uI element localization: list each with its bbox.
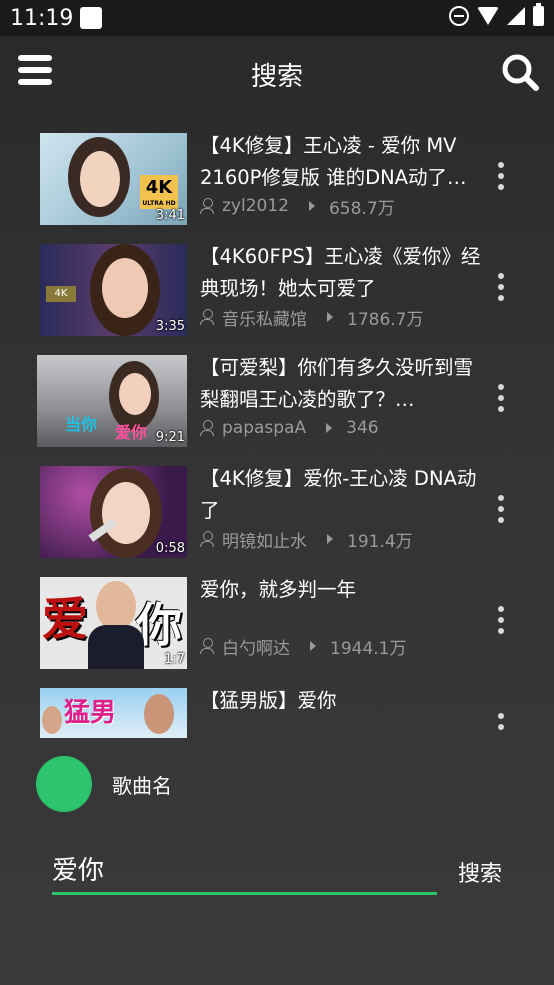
uploader-name: papaspaA xyxy=(222,418,307,438)
list-item[interactable]: 爱 你 1:7 爱你，就多判一年 白勺啊达 1944.1万 xyxy=(0,572,554,682)
search-button[interactable]: 搜索 xyxy=(458,856,502,888)
user-icon xyxy=(200,531,214,547)
results-list: 4K ULTRA HD 3:41 【4K修复】王心凌 - 爱你 MV 2160P修… xyxy=(0,128,554,738)
status-time: 11:19 xyxy=(10,6,74,31)
play-count-icon xyxy=(327,534,333,544)
quality-badge: 4K xyxy=(46,286,76,302)
video-meta: zyl2012 658.7万 xyxy=(200,194,395,219)
video-title: 【4K修复】王心凌 - 爱你 MV 2160P修复版 谁的DNA动了… xyxy=(200,134,467,189)
more-options-icon[interactable] xyxy=(496,713,506,733)
suit xyxy=(88,625,144,669)
more-options-icon[interactable] xyxy=(496,606,506,638)
view-count: 191.4万 xyxy=(347,531,413,552)
main-screen: 搜索 4K ULTRA HD 3:41 【4K修复】王心凌 - 爱你 MV 216… xyxy=(0,36,554,985)
play-count-icon xyxy=(327,312,333,322)
album-art[interactable] xyxy=(36,756,92,812)
video-duration: 9:21 xyxy=(155,430,185,445)
quality-badge: 4K ULTRA HD xyxy=(140,175,178,209)
list-item[interactable]: 4K 3:35 【4K60FPS】王心凌《爱你》经典现场！她太可爱了 音乐私藏馆… xyxy=(0,239,554,349)
list-item[interactable]: 4K ULTRA HD 3:41 【4K修复】王心凌 - 爱你 MV 2160P修… xyxy=(0,128,554,238)
more-options-icon[interactable] xyxy=(496,495,506,527)
video-title: 【4K修复】爱你-王心凌 DNA动了 xyxy=(200,467,477,522)
video-duration: 3:41 xyxy=(155,208,185,223)
mini-player[interactable]: 歌曲名 xyxy=(36,756,516,812)
search-input[interactable] xyxy=(52,844,437,892)
page-title: 搜索 xyxy=(250,62,303,92)
uploader-name: 白勺啊达 xyxy=(222,638,290,659)
play-count-icon xyxy=(326,423,333,433)
uploader-name: zyl2012 xyxy=(222,196,289,216)
video-meta: papaspaA 346 xyxy=(200,416,379,440)
wifi-icon xyxy=(477,7,499,25)
video-meta: 明镜如止水 191.4万 xyxy=(200,527,413,552)
video-thumbnail[interactable]: 4K 3:35 xyxy=(40,244,187,336)
list-item[interactable]: 当你 爱你 9:21 【可爱梨】你们有多久没听到雪梨翻唱王心凌的歌了？… pap… xyxy=(0,350,554,460)
more-options-icon[interactable] xyxy=(496,162,506,194)
user-icon xyxy=(200,198,214,214)
overlay-text: 猛男 xyxy=(64,698,117,728)
play-count-icon xyxy=(310,641,316,651)
search-underline xyxy=(52,892,437,895)
more-options-icon[interactable] xyxy=(496,384,506,416)
overlay-text: 爱你 xyxy=(115,423,148,442)
uploader-name: 明镜如止水 xyxy=(222,531,307,552)
video-meta: 白勺啊达 1944.1万 xyxy=(200,634,407,659)
view-count: 1786.7万 xyxy=(347,309,424,330)
overlay-text: 当你 xyxy=(65,415,98,434)
list-item[interactable]: 0:58 【4K修复】爱你-王心凌 DNA动了 明镜如止水 191.4万 xyxy=(0,461,554,571)
search-bar: 搜索 xyxy=(52,844,532,898)
user-icon xyxy=(200,638,214,654)
battery-icon xyxy=(533,3,544,26)
status-icons xyxy=(449,3,544,26)
app-bar: 搜索 xyxy=(0,36,554,108)
notification-icon xyxy=(80,7,102,29)
video-duration: 0:58 xyxy=(155,541,185,556)
uploader-name: 音乐私藏馆 xyxy=(222,309,307,330)
video-thumbnail[interactable]: 爱 你 1:7 xyxy=(40,577,187,669)
video-title: 【可爱梨】你们有多久没听到雪梨翻唱王心凌的歌了？… xyxy=(200,356,474,411)
overlay-text: 爱 xyxy=(42,592,88,646)
do-not-disturb-icon xyxy=(449,6,469,26)
status-bar: 11:19 xyxy=(0,0,554,36)
list-item[interactable]: 猛男 【猛男版】爱你 xyxy=(0,683,554,738)
video-meta: 音乐私藏馆 1786.7万 xyxy=(200,305,424,330)
video-duration: 3:35 xyxy=(155,319,185,334)
video-thumbnail[interactable]: 当你 爱你 9:21 xyxy=(37,355,187,447)
user-icon xyxy=(200,420,214,436)
video-title: 【猛男版】爱你 xyxy=(200,689,337,712)
user-icon xyxy=(200,309,214,325)
search-icon[interactable] xyxy=(500,52,540,92)
view-count: 658.7万 xyxy=(328,198,395,219)
view-count: 1944.1万 xyxy=(330,638,407,659)
play-count-icon xyxy=(308,201,315,211)
video-title: 【4K60FPS】王心凌《爱你》经典现场！她太可爱了 xyxy=(200,245,481,300)
signal-icon xyxy=(507,7,525,25)
video-title: 爱你，就多判一年 xyxy=(200,578,357,601)
video-thumbnail[interactable]: 0:58 xyxy=(40,466,187,558)
video-thumbnail[interactable]: 4K ULTRA HD 3:41 xyxy=(40,133,187,225)
video-duration: 1:7 xyxy=(164,652,185,667)
view-count: 346 xyxy=(346,418,379,438)
more-options-icon[interactable] xyxy=(496,273,506,305)
song-name: 歌曲名 xyxy=(112,774,172,798)
video-thumbnail[interactable]: 猛男 xyxy=(40,688,187,738)
